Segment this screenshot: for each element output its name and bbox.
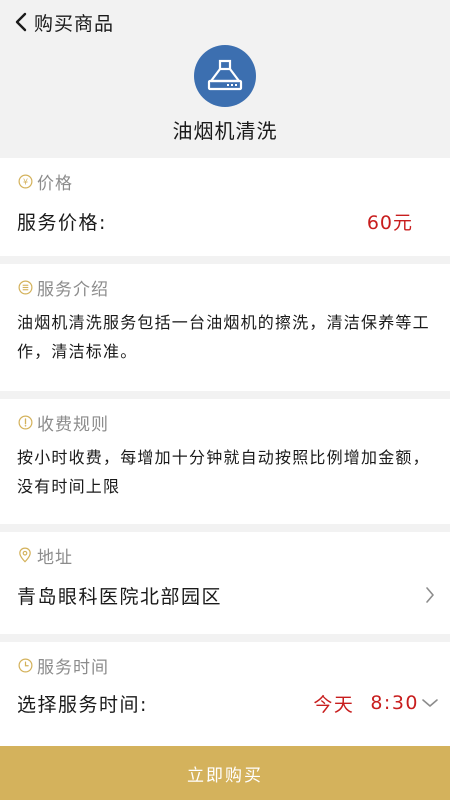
- address-section[interactable]: 地址 青岛眼科医院北部园区: [0, 532, 450, 634]
- fee-section: 收费规则 按小时收费，每增加十分钟就自动按照比例增加金额，没有时间上限: [0, 399, 450, 524]
- fee-text: 按小时收费，每增加十分钟就自动按照比例增加金额，没有时间上限: [17, 448, 430, 496]
- service-name: 油烟机清洗: [172, 119, 278, 143]
- price-section-title: 价格: [37, 173, 73, 194]
- address-value: 青岛眼科医院北部园区: [17, 585, 223, 608]
- service-time-section-header: 服务时间: [17, 642, 433, 682]
- service-time-section: 服务时间 选择服务时间: 今天 8:30: [0, 642, 450, 746]
- clock-icon: [17, 657, 33, 673]
- intro-section: 服务介绍 油烟机清洗服务包括一台油烟机的擦洗，清洁保养等工作，清洁标准。: [0, 264, 450, 391]
- price-row: 服务价格: 60元: [17, 198, 433, 244]
- intro-section-title: 服务介绍: [37, 279, 109, 300]
- page-header: 购买商品 油烟机清洗: [0, 0, 450, 158]
- price-label: 服务价格:: [17, 211, 107, 234]
- intro-text: 油烟机清洗服务包括一台油烟机的擦洗，清洁保养等工作，清洁标准。: [17, 313, 430, 361]
- price-section-header: ¥ 价格: [17, 158, 433, 198]
- service-time-section-title: 服务时间: [37, 657, 109, 678]
- service-time-row[interactable]: 选择服务时间: 今天 8:30: [17, 682, 438, 724]
- nav-bar: 购买商品: [0, 0, 450, 44]
- service-time-picker[interactable]: 今天 8:30: [313, 690, 438, 717]
- service-day-value[interactable]: 今天: [313, 690, 354, 717]
- price-value: 60元: [366, 211, 413, 234]
- chevron-right-icon[interactable]: [423, 586, 437, 604]
- address-section-title: 地址: [37, 547, 73, 568]
- chevron-left-icon[interactable]: [12, 11, 30, 33]
- svg-text:¥: ¥: [22, 177, 27, 186]
- list-circle-icon: [17, 279, 33, 295]
- address-section-header: 地址: [17, 532, 433, 572]
- buy-now-button[interactable]: 立即购买: [0, 746, 450, 800]
- range-hood-icon: [194, 45, 256, 107]
- exclamation-circle-icon: [17, 414, 33, 430]
- page-title: 购买商品: [34, 12, 115, 35]
- location-pin-icon: [17, 547, 33, 563]
- service-time-label: 选择服务时间:: [17, 693, 148, 716]
- chevron-down-icon[interactable]: [421, 696, 439, 710]
- service-clock-value[interactable]: 8:30: [370, 692, 419, 714]
- intro-section-header: 服务介绍: [17, 264, 433, 304]
- yen-circle-icon: ¥: [17, 173, 33, 189]
- price-section: ¥ 价格 服务价格: 60元: [0, 158, 450, 256]
- fee-section-header: 收费规则: [17, 399, 433, 439]
- fee-section-title: 收费规则: [37, 414, 109, 435]
- address-row[interactable]: 青岛眼科医院北部园区: [17, 572, 434, 618]
